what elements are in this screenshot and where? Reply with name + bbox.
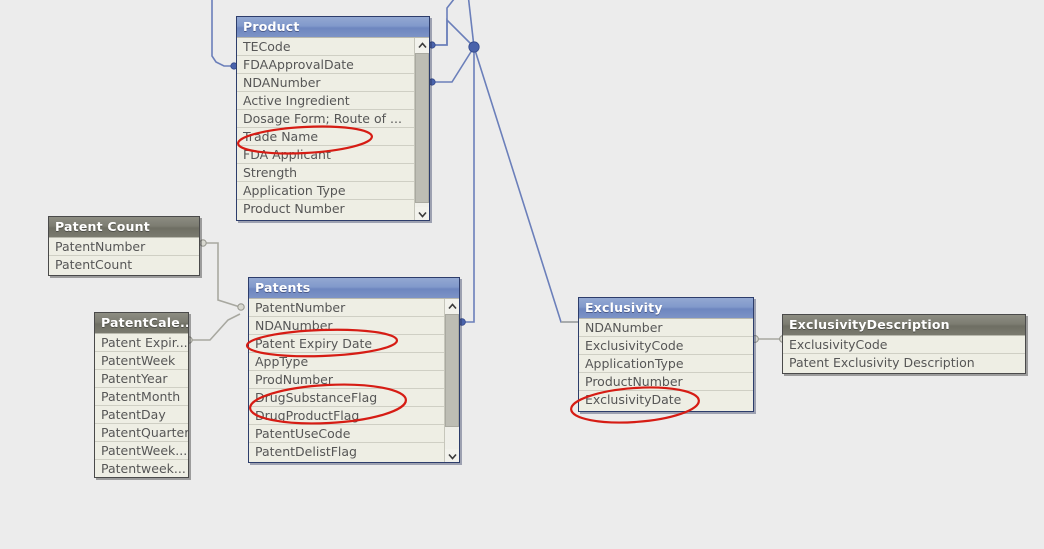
link-left-to-product [211,0,234,67]
field-row[interactable]: FDAApprovalDate [237,56,415,74]
entity-patent-count[interactable]: Patent Count PatentNumber PatentCount [48,216,200,276]
entity-patent-count-title[interactable]: Patent Count [49,217,199,237]
entity-product-title[interactable]: Product [237,17,429,37]
entity-exclusivity[interactable]: Exclusivity NDANumber ExclusivityCode Ap… [578,297,754,412]
field-row[interactable]: Trade Name [237,128,415,146]
entity-patent-count-body: PatentNumber PatentCount [49,237,199,275]
entity-exclusivity-description-fields: ExclusivityCode Patent Exclusivity Descr… [783,336,1025,371]
entity-patents-scrollbar[interactable] [444,299,459,462]
entity-patent-calendar-fields: Patent Expir... PatentWeek PatentYear Pa… [95,334,188,477]
field-row[interactable]: NDANumber [579,319,753,337]
field-row[interactable]: Patent Exclusivity Description [783,354,1025,371]
field-row[interactable]: Patentweek... [95,460,188,477]
field-row[interactable]: TECode [237,38,415,56]
entity-exclusivity-description-title[interactable]: ExclusivityDescription [783,315,1025,335]
field-row[interactable]: PatentMonth [95,388,188,406]
field-row[interactable]: Application Type [237,182,415,200]
field-row[interactable]: NDANumber [237,74,415,92]
entity-exclusivity-description-body: ExclusivityCode Patent Exclusivity Descr… [783,335,1025,373]
chevron-down-icon [418,211,427,218]
junction-node [468,41,480,53]
entity-patents-title[interactable]: Patents [249,278,459,298]
field-row[interactable]: PatentWeek... [95,442,188,460]
entity-patent-calendar-title[interactable]: PatentCale... [95,313,188,333]
entity-exclusivity-title[interactable]: Exclusivity [579,298,753,318]
field-row[interactable]: Product Number [237,200,415,217]
field-row[interactable]: PatentWeek [95,352,188,370]
entity-exclusivity-body: NDANumber ExclusivityCode ApplicationTyp… [579,318,753,411]
field-row[interactable]: PatentCount [49,256,199,273]
entity-patents-fields: PatentNumber NDANumber Patent Expiry Dat… [249,299,445,460]
field-row[interactable]: Patent Expiry Date [249,335,445,353]
field-row[interactable]: Patent Expir... [95,334,188,352]
entity-product-scrollbar[interactable] [414,38,429,220]
field-row[interactable]: ProductNumber [579,373,753,391]
link-product-tecode-junction [431,18,475,48]
field-row[interactable]: Dosage Form; Route of ... [237,110,415,128]
entity-patent-calendar[interactable]: PatentCale... Patent Expir... PatentWeek… [94,312,189,478]
entity-product[interactable]: Product TECode FDAApprovalDate NDANumber… [236,16,430,221]
field-row[interactable]: DrugProductFlag [249,407,445,425]
chevron-up-icon [448,303,457,310]
field-row[interactable]: PatentUseCode [249,425,445,443]
diagram-canvas[interactable]: Product TECode FDAApprovalDate NDANumber… [0,0,1044,549]
field-row[interactable]: PatentDelistFlag [249,443,445,460]
field-row[interactable]: PatentNumber [49,238,199,256]
endpoint-patents-left-count [237,303,245,311]
endpoint-patentcount-right [199,239,207,247]
link-top-stub [467,0,475,48]
field-row[interactable]: PatentNumber [249,299,445,317]
field-row[interactable]: FDA Applicant [237,146,415,164]
entity-product-fields: TECode FDAApprovalDate NDANumber Active … [237,38,415,217]
field-row[interactable]: ExclusivityCode [783,336,1025,354]
field-row[interactable]: ApplicationType [579,355,753,373]
field-row[interactable]: ExclusivityDate [579,391,753,408]
scroll-down-button[interactable] [445,449,459,462]
entity-product-body: TECode FDAApprovalDate NDANumber Active … [237,37,429,220]
field-row[interactable]: Active Ingredient [237,92,415,110]
chevron-up-icon [418,42,427,49]
entity-exclusivity-description[interactable]: ExclusivityDescription ExclusivityCode P… [782,314,1026,374]
link-product-ndanumber-junction [431,46,475,83]
field-row[interactable]: PatentYear [95,370,188,388]
entity-exclusivity-fields: NDANumber ExclusivityCode ApplicationTyp… [579,319,753,408]
link-patentcount-to-patents [203,242,241,308]
scroll-up-button[interactable] [445,299,459,314]
scroll-up-button[interactable] [415,38,429,53]
entity-patent-calendar-body: Patent Expir... PatentWeek PatentYear Pa… [95,333,188,477]
field-row[interactable]: ProdNumber [249,371,445,389]
scroll-thumb[interactable] [445,314,459,427]
field-row[interactable]: ExclusivityCode [579,337,753,355]
field-row[interactable]: NDANumber [249,317,445,335]
field-row[interactable]: PatentDay [95,406,188,424]
field-row[interactable]: DrugSubstanceFlag [249,389,445,407]
field-row[interactable]: Strength [237,164,415,182]
scroll-thumb[interactable] [415,53,429,203]
link-patentcalendar-to-patents [188,313,241,341]
field-row[interactable]: PatentQuarter [95,424,188,442]
entity-patents-body: PatentNumber NDANumber Patent Expiry Dat… [249,298,459,462]
scroll-down-button[interactable] [415,207,429,220]
field-row[interactable]: AppType [249,353,445,371]
entity-patents[interactable]: Patents PatentNumber NDANumber Patent Ex… [248,277,460,463]
link-product-tecode-up [431,0,455,46]
entity-patent-count-fields: PatentNumber PatentCount [49,238,199,273]
link-junction-to-exclusivity [473,46,578,323]
link-junction-to-patents [462,47,475,323]
chevron-down-icon [448,453,457,460]
